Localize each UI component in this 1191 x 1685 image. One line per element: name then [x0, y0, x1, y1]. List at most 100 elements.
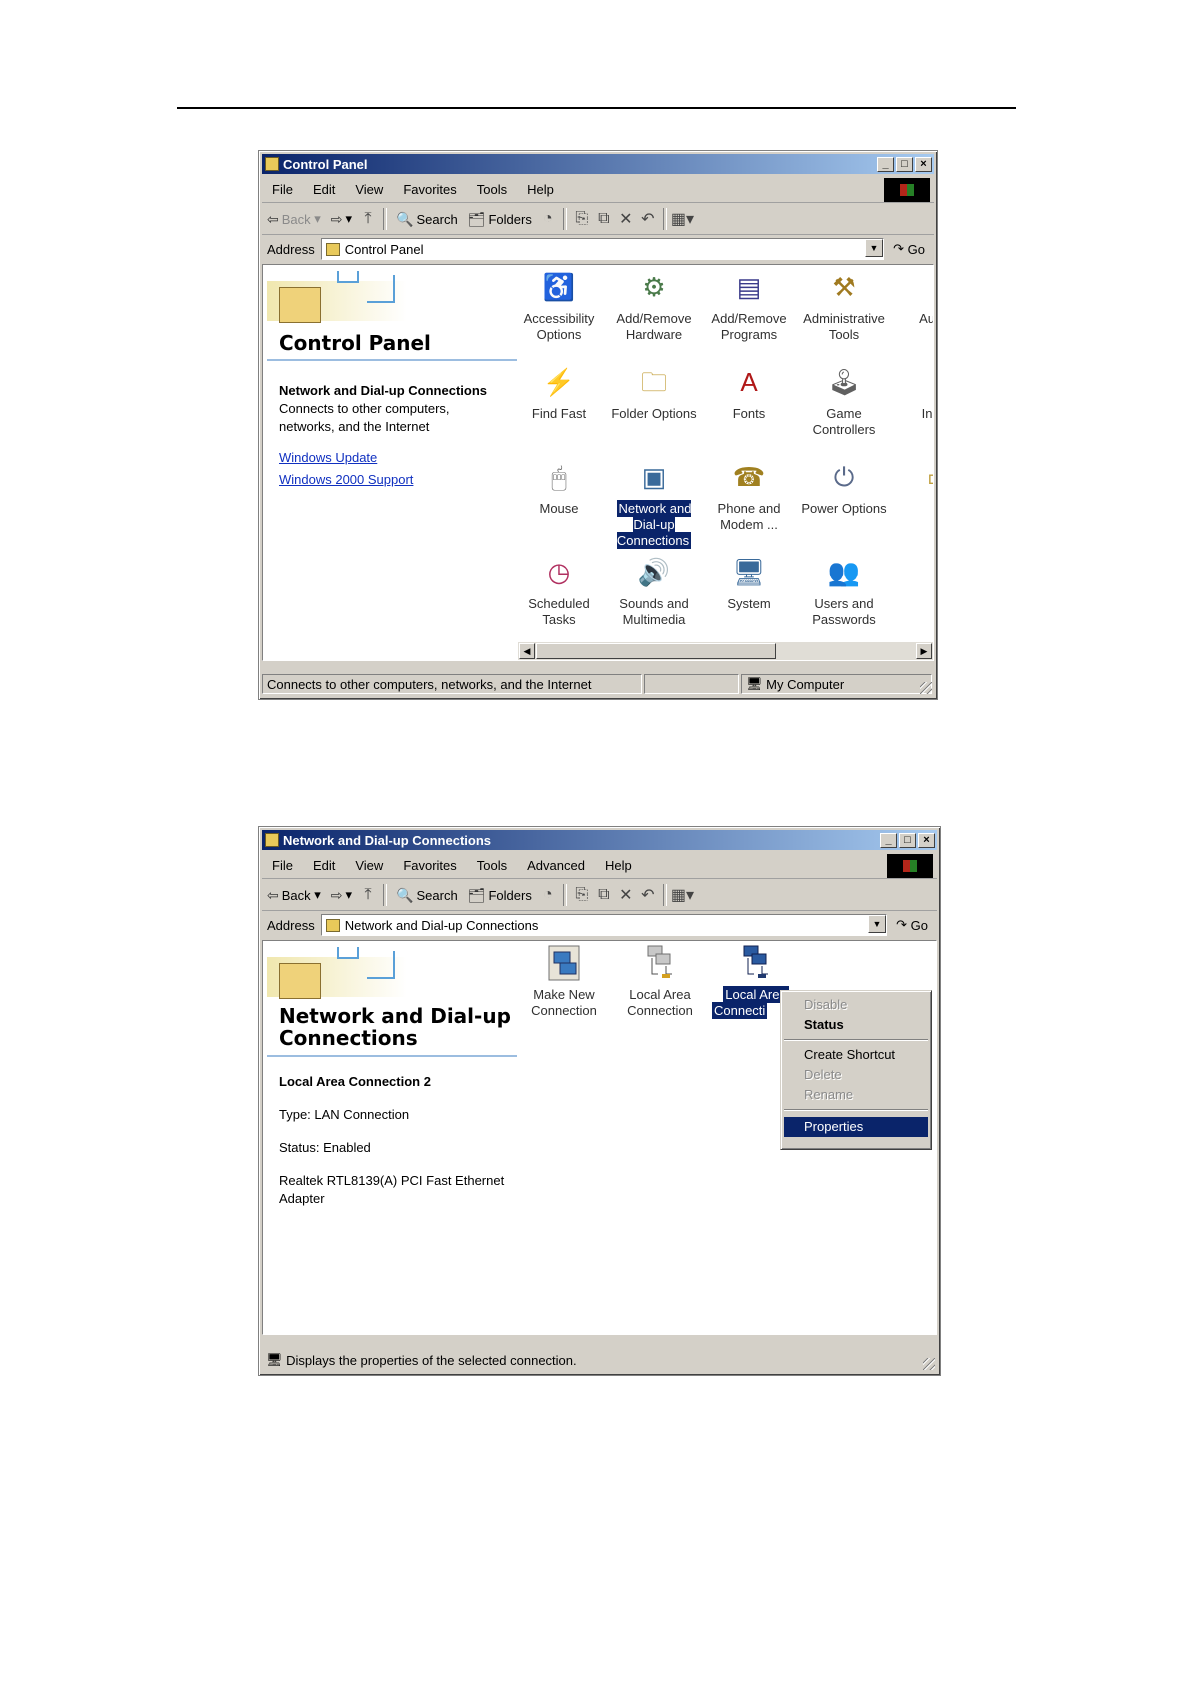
- cp-item-users[interactable]: 👥 Users and Passwords: [798, 552, 890, 628]
- copy-to-icon[interactable]: ⧉: [593, 886, 615, 904]
- admin-tools-icon: ⚒: [832, 272, 856, 302]
- cp-item-binoculars[interactable]: ⚡ Find Fast: [513, 362, 605, 422]
- maximize-button[interactable]: □: [896, 156, 913, 172]
- resize-grip[interactable]: [923, 1358, 935, 1370]
- close-button[interactable]: ×: [918, 832, 935, 848]
- network-folder-icon: [279, 963, 321, 999]
- context-disable[interactable]: Disable: [784, 995, 928, 1015]
- cp-item-printers[interactable]: ▭Pr: [893, 457, 933, 517]
- power-icon: ⏻: [833, 462, 855, 492]
- windows-2000-support-link[interactable]: Windows 2000 Support: [279, 471, 413, 489]
- undo-icon[interactable]: ↶: [637, 209, 659, 229]
- search-button[interactable]: 🔍 Search: [391, 883, 463, 907]
- cp-item-phone[interactable]: ☎ Phone and Modem ...: [703, 457, 795, 533]
- minimize-button[interactable]: _: [877, 156, 894, 172]
- cp-item-hardware[interactable]: ⚙ Add/Remove Hardware: [608, 267, 700, 343]
- forward-button[interactable]: ⇨ ▾: [326, 207, 357, 231]
- cp-item-folder-options[interactable]: 🗀 Folder Options: [608, 362, 700, 422]
- cp-item-automatic-updates[interactable]: ↑ Aut Up: [893, 267, 933, 327]
- back-button[interactable]: ⇦ Back ▾: [262, 207, 326, 231]
- context-properties[interactable]: Properties: [784, 1117, 928, 1137]
- pane-title-line-2: Connections: [279, 1026, 418, 1050]
- copy-to-icon[interactable]: ⧉: [593, 210, 615, 228]
- cp-item-network-folder[interactable]: ▣ Network and Dial-up Connections: [608, 457, 700, 549]
- status-text-cell: 🖥 Displays the properties of the selecte…: [262, 1350, 935, 1370]
- menu-file[interactable]: File: [262, 858, 303, 873]
- title-bar[interactable]: Control Panel _ □ ×: [262, 154, 934, 174]
- menu-favorites[interactable]: Favorites: [393, 182, 466, 197]
- cp-item-joystick[interactable]: 🕹 Game Controllers: [798, 362, 890, 438]
- menu-edit[interactable]: Edit: [303, 182, 345, 197]
- horizontal-scrollbar[interactable]: ◀ ▶: [518, 641, 933, 660]
- icon-label-line-2: Connection: [531, 1003, 597, 1018]
- menu-edit[interactable]: Edit: [303, 858, 345, 873]
- menu-file[interactable]: File: [262, 182, 303, 197]
- scroll-left-arrow-icon[interactable]: ◀: [519, 643, 535, 659]
- cp-item-mouse[interactable]: 🖱 Mouse: [513, 457, 605, 517]
- views-icon[interactable]: ▦▾: [671, 885, 694, 905]
- icon-label: Add/Remove Hardware: [616, 311, 692, 342]
- maximize-button[interactable]: □: [899, 832, 916, 848]
- go-button[interactable]: ↷ Go: [884, 241, 934, 257]
- history-icon[interactable]: ◔: [537, 886, 559, 904]
- address-dropdown-button[interactable]: ▼: [868, 915, 886, 933]
- address-input[interactable]: Control Panel ▼: [320, 238, 884, 260]
- internet-options-icon: ◐: [919, 362, 933, 402]
- resize-grip[interactable]: [920, 682, 932, 694]
- cp-item-scheduled-tasks[interactable]: ◷ Scheduled Tasks: [513, 552, 605, 628]
- adapter-name-line-2: Adapter: [279, 1191, 325, 1206]
- menu-help[interactable]: Help: [595, 858, 642, 873]
- menu-favorites[interactable]: Favorites: [393, 858, 466, 873]
- menu-bar: File Edit View Favorites Tools Help: [262, 176, 934, 203]
- context-rename[interactable]: Rename: [784, 1085, 928, 1105]
- menu-bar: File Edit View Favorites Tools Advanced …: [262, 852, 937, 879]
- cp-item-speaker[interactable]: 🔊 Sounds and Multimedia: [608, 552, 700, 628]
- cp-item-internet-options[interactable]: ◐ Inl Op: [893, 362, 933, 422]
- forward-button[interactable]: ⇨ ▾: [326, 883, 357, 907]
- title-bar[interactable]: Network and Dial-up Connections _ □ ×: [262, 830, 937, 850]
- cp-item-wheelchair[interactable]: ♿ Accessibility Options: [513, 267, 605, 343]
- undo-icon[interactable]: ↶: [637, 885, 659, 905]
- minimize-button[interactable]: _: [880, 832, 897, 848]
- delete-icon[interactable]: ✕: [615, 885, 637, 905]
- local-area-connection-item[interactable]: Local Area Connection: [614, 943, 706, 1019]
- menu-tools[interactable]: Tools: [467, 182, 517, 197]
- search-button[interactable]: 🔍 Search: [391, 207, 463, 231]
- menu-advanced[interactable]: Advanced: [517, 858, 595, 873]
- folders-button[interactable]: 🗂 Folders: [463, 207, 537, 231]
- status-text: Displays the properties of the selected …: [286, 1352, 577, 1368]
- menu-tools[interactable]: Tools: [467, 858, 517, 873]
- address-label: Address: [267, 241, 315, 257]
- history-icon[interactable]: ◔: [537, 210, 559, 228]
- icon-label: Power Options: [801, 501, 887, 516]
- address-input[interactable]: Network and Dial-up Connections ▼: [320, 914, 887, 936]
- icon-label: Network and Dial-up Connections: [616, 500, 692, 549]
- move-to-icon[interactable]: ⎘: [571, 210, 593, 228]
- menu-view[interactable]: View: [345, 858, 393, 873]
- cp-item-programs[interactable]: ▤ Add/Remove Programs: [703, 267, 795, 343]
- folders-button[interactable]: 🗂 Folders: [463, 883, 537, 907]
- context-status[interactable]: Status: [784, 1015, 928, 1035]
- scroll-thumb[interactable]: [536, 643, 776, 659]
- delete-icon[interactable]: ✕: [615, 209, 637, 229]
- cp-item-admin-tools[interactable]: ⚒ Administrative Tools: [798, 267, 890, 343]
- move-to-icon[interactable]: ⎘: [571, 886, 593, 904]
- menu-help[interactable]: Help: [517, 182, 564, 197]
- make-new-connection-item[interactable]: Make New Connection: [518, 943, 610, 1019]
- address-dropdown-button[interactable]: ▼: [865, 239, 883, 257]
- scroll-right-arrow-icon[interactable]: ▶: [916, 643, 932, 659]
- up-folder-icon[interactable]: ⤒: [357, 210, 379, 228]
- cp-item-computer[interactable]: 🖥 System: [703, 552, 795, 612]
- up-folder-icon[interactable]: ⤒: [357, 886, 379, 904]
- go-button[interactable]: ↷ Go: [887, 917, 937, 933]
- context-create-shortcut[interactable]: Create Shortcut: [784, 1045, 928, 1065]
- views-icon[interactable]: ▦▾: [671, 209, 694, 229]
- cp-item-power[interactable]: ⏻ Power Options: [798, 457, 890, 517]
- close-button[interactable]: ×: [915, 156, 932, 172]
- icon-label-line-1: Local Area: [629, 987, 691, 1002]
- context-delete[interactable]: Delete: [784, 1065, 928, 1085]
- windows-update-link[interactable]: Windows Update: [279, 449, 377, 467]
- back-button[interactable]: ⇦ Back ▾: [262, 883, 326, 907]
- cp-item-fonts[interactable]: A Fonts: [703, 362, 795, 422]
- menu-view[interactable]: View: [345, 182, 393, 197]
